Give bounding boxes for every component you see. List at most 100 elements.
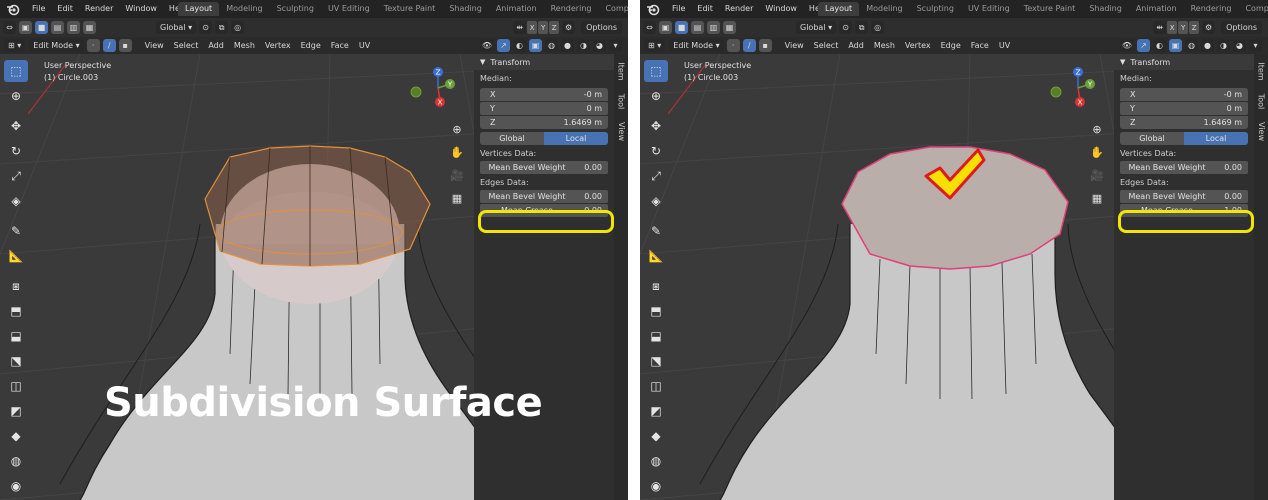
gizmo-toggle-icon[interactable]: ↗ (1137, 39, 1150, 52)
vertex-bevel-weight-field[interactable]: Mean Bevel Weight 0.00 (1120, 161, 1248, 174)
orientation-dropdown[interactable]: Global ▾ (156, 21, 197, 34)
inset-tool-icon[interactable]: ⬓ (4, 325, 28, 347)
menu-add[interactable]: Add (843, 41, 869, 50)
pan-hand-icon[interactable]: ✋ (448, 143, 466, 161)
rotate-tool-icon[interactable]: ↻ (644, 140, 668, 162)
xray-icon[interactable]: ▣ (529, 39, 542, 52)
menu-face[interactable]: Face (966, 41, 994, 50)
extrude-tool-icon[interactable]: ⬒ (4, 300, 28, 322)
axis-z-toggle[interactable]: Z (1189, 21, 1200, 34)
grid-icon[interactable]: ▦ (1088, 189, 1106, 207)
proportional-edit-icon[interactable]: ◎ (871, 21, 885, 34)
options-dropdown[interactable]: Options (581, 21, 622, 34)
xray-icon[interactable]: ▣ (1169, 39, 1182, 52)
mirror-icon[interactable]: ⇹ (1153, 21, 1167, 34)
rotate-tool-icon[interactable]: ↻ (4, 140, 28, 162)
median-x-field[interactable]: X -0 m (1120, 88, 1248, 101)
select-extend-icon[interactable]: ▤ (691, 21, 704, 34)
select-subtract-icon[interactable]: ▥ (707, 21, 720, 34)
navigation-gizmo[interactable]: Z Y X (1048, 66, 1108, 110)
mode-dropdown[interactable]: Edit Mode ▾ (29, 39, 84, 52)
overlay-icon[interactable]: ◐ (513, 39, 526, 52)
visibility-icon[interactable]: 👁 (1119, 39, 1134, 52)
inset-tool-icon[interactable]: ⬓ (644, 325, 668, 347)
transform-pivot-icon[interactable]: ⇔ (643, 21, 656, 34)
bevel-tool-icon[interactable]: ⬔ (644, 350, 668, 372)
tab-layout[interactable]: Layout (818, 2, 860, 16)
material-shading-icon[interactable]: ◑ (1217, 39, 1230, 52)
add-cube-tool-icon[interactable]: ⧆ (4, 275, 28, 297)
overlay-icon[interactable]: ◐ (1153, 39, 1166, 52)
select-new-icon[interactable]: ■ (35, 21, 48, 34)
menu-add[interactable]: Add (203, 41, 229, 50)
add-cube-tool-icon[interactable]: ⧆ (644, 275, 668, 297)
transform-tool-icon[interactable]: ◈ (644, 190, 668, 212)
tab-modeling[interactable]: Modeling (219, 2, 269, 16)
axis-x-toggle[interactable]: X (527, 21, 538, 34)
tab-sculpting[interactable]: Sculpting (270, 2, 321, 16)
shading-dropdown-icon[interactable]: ▾ (609, 39, 622, 52)
tab-shading[interactable]: Shading (1082, 2, 1129, 16)
tab-layout[interactable]: Layout (178, 2, 220, 16)
edge-bevel-weight-field[interactable]: Mean Bevel Weight 0.00 (1120, 190, 1248, 203)
tab-texture-paint[interactable]: Texture Paint (1017, 2, 1083, 16)
menu-select[interactable]: Select (169, 41, 204, 50)
solid-shading-icon[interactable]: ● (1201, 39, 1214, 52)
global-button[interactable]: Global (1120, 132, 1184, 145)
tab-uv-editing[interactable]: UV Editing (321, 2, 377, 16)
material-shading-icon[interactable]: ◑ (577, 39, 590, 52)
menu-edge[interactable]: Edge (296, 41, 326, 50)
zoom-icon[interactable]: ⊕ (1088, 120, 1106, 138)
menu-vertex[interactable]: Vertex (260, 41, 296, 50)
face-select-icon[interactable]: ▪ (758, 39, 772, 52)
smooth-tool-icon[interactable]: ◉ (4, 475, 28, 497)
move-tool-icon[interactable]: ✥ (4, 115, 28, 137)
knife-tool-icon[interactable]: ◩ (4, 400, 28, 422)
annotate-tool-icon[interactable]: ✎ (644, 220, 668, 242)
median-y-field[interactable]: Y 0 m (480, 102, 608, 115)
local-button[interactable]: Local (1184, 132, 1248, 145)
median-z-field[interactable]: Z 1.6469 m (480, 116, 608, 129)
zoom-icon[interactable]: ⊕ (448, 120, 466, 138)
mirror-icon[interactable]: ⇹ (513, 21, 527, 34)
transform-tool-icon[interactable]: ◈ (4, 190, 28, 212)
bevel-tool-icon[interactable]: ⬔ (4, 350, 28, 372)
transform-section-header[interactable]: ▼ Transform (474, 54, 614, 70)
menu-uv[interactable]: UV (994, 41, 1015, 50)
select-box-mode-icon[interactable]: ▣ (19, 21, 32, 34)
editor-type-dropdown[interactable]: ⊞ ▾ (644, 39, 666, 52)
blender-logo-icon[interactable] (6, 2, 20, 16)
tab-tool[interactable]: Tool (1254, 86, 1268, 116)
gizmo-toggle-icon[interactable]: ↗ (497, 39, 510, 52)
select-tool-icon[interactable]: ⬚ (4, 60, 28, 82)
select-subtract-icon[interactable]: ▥ (67, 21, 80, 34)
menu-file[interactable]: File (26, 0, 51, 18)
tab-shading[interactable]: Shading (442, 2, 489, 16)
spin-tool-icon[interactable]: ◍ (4, 450, 28, 472)
render-shading-icon[interactable]: ◕ (593, 39, 606, 52)
cursor-tool-icon[interactable]: ⊕ (644, 85, 668, 107)
menu-face[interactable]: Face (326, 41, 354, 50)
select-intersect-icon[interactable]: ▦ (83, 21, 96, 34)
tab-animation[interactable]: Animation (1129, 2, 1184, 16)
menu-window[interactable]: Window (759, 0, 803, 18)
select-intersect-icon[interactable]: ▦ (723, 21, 736, 34)
axis-x-toggle[interactable]: X (1167, 21, 1178, 34)
transform-pivot-icon[interactable]: ⇔ (3, 21, 16, 34)
tab-animation[interactable]: Animation (489, 2, 544, 16)
scale-tool-icon[interactable]: ⤢ (4, 165, 28, 187)
menu-edit[interactable]: Edit (51, 0, 79, 18)
mode-dropdown[interactable]: Edit Mode ▾ (669, 39, 724, 52)
tab-view[interactable]: View (1254, 116, 1268, 146)
3d-viewport[interactable]: User Perspective (1) Circle.003 ⬚ ⊕ ✥ ↻ … (640, 54, 1268, 500)
tab-tool[interactable]: Tool (614, 86, 628, 116)
tab-texture-paint[interactable]: Texture Paint (377, 2, 443, 16)
wrench-icon[interactable]: ⚙ (562, 21, 576, 34)
median-y-field[interactable]: Y 0 m (1120, 102, 1248, 115)
pivot-point-icon[interactable]: ⊙ (839, 21, 853, 34)
camera-icon[interactable]: 🎥 (448, 166, 466, 184)
editor-type-dropdown[interactable]: ⊞ ▾ (4, 39, 26, 52)
shading-dropdown-icon[interactable]: ▾ (1249, 39, 1262, 52)
menu-vertex[interactable]: Vertex (900, 41, 936, 50)
tab-view[interactable]: View (614, 116, 628, 146)
